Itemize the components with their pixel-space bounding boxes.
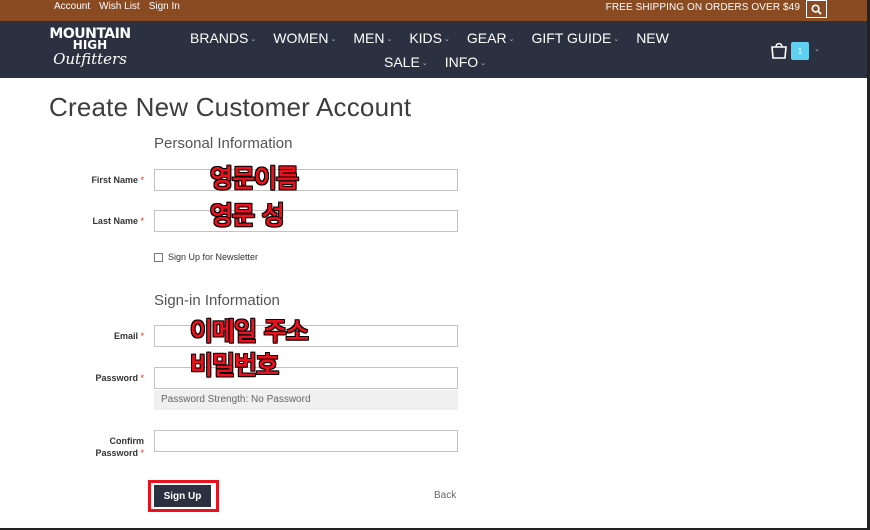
email-label-text: Email	[113, 331, 138, 341]
chevron-down-icon: ⌄	[250, 36, 257, 43]
chevron-down-icon: ⌄	[613, 36, 620, 43]
nav-item-men[interactable]: MEN ⌄	[353, 30, 392, 46]
required-asterisk: *	[140, 175, 144, 185]
annotation-last-name: 영문 성	[210, 201, 285, 230]
sign-up-button[interactable]: Sign Up	[154, 485, 211, 507]
last-name-label-text: Last Name	[92, 216, 138, 226]
main-nav-row-2: SALE ⌄ INFO ⌄	[384, 54, 503, 70]
newsletter-option: Sign Up for Newsletter	[154, 252, 258, 262]
sign-in-link[interactable]: Sign In	[149, 1, 180, 12]
chevron-down-icon: ⌄	[508, 36, 515, 43]
cart-button[interactable]	[770, 41, 788, 64]
cart-count-badge: 1	[791, 42, 809, 60]
nav-label: INFO	[444, 54, 479, 70]
nav-label: GIFT GUIDE	[531, 30, 612, 46]
nav-label: GEAR	[466, 30, 507, 46]
main-nav-row-1: BRANDS ⌄ WOMEN ⌄ MEN ⌄ KIDS ⌄ GEAR ⌄ GIFT GUI…	[190, 30, 686, 46]
chevron-down-icon: ⌄	[421, 60, 428, 67]
nav-item-gear[interactable]: GEAR ⌄	[467, 30, 515, 46]
store-logo[interactable]: MOUNTAIN HIGH Outfitters	[48, 27, 132, 73]
password-label-text: Password	[95, 373, 138, 383]
nav-label: WOMEN	[273, 30, 329, 46]
wish-list-link[interactable]: Wish List	[99, 1, 140, 12]
last-name-label: Last Name *	[44, 215, 144, 227]
main-header: MOUNTAIN HIGH Outfitters BRANDS ⌄ WOMEN ⌄ …	[0, 21, 870, 78]
confirm-password-input[interactable]	[154, 430, 458, 452]
chevron-down-icon: ⌄	[444, 36, 450, 43]
chevron-down-icon[interactable]: ⌄	[814, 45, 820, 53]
nav-item-info[interactable]: INFO ⌄	[445, 54, 486, 70]
search-button[interactable]	[806, 0, 827, 18]
nav-item-women[interactable]: WOMEN ⌄	[273, 30, 336, 46]
chevron-down-icon: ⌄	[330, 36, 337, 43]
newsletter-label: Sign Up for Newsletter	[168, 252, 259, 262]
first-name-input[interactable]	[154, 169, 458, 191]
required-asterisk: *	[140, 373, 144, 383]
confirm-label-line-2-text: Password	[95, 448, 138, 458]
first-name-label: First Name *	[44, 174, 144, 186]
account-links: Account Wish List Sign In	[54, 1, 180, 12]
nav-label: SALE	[384, 54, 420, 70]
account-link[interactable]: Account	[54, 1, 90, 12]
back-link[interactable]: Back	[434, 490, 456, 501]
nav-item-brands[interactable]: BRANDS ⌄	[190, 30, 256, 46]
search-icon	[811, 3, 822, 15]
shopping-bag-icon	[771, 42, 787, 59]
nav-label: MEN	[353, 30, 385, 46]
signin-info-heading: Sign-in Information	[154, 292, 280, 309]
page-title: Create New Customer Account	[49, 92, 412, 122]
password-label: Password *	[44, 372, 144, 384]
nav-item-kids[interactable]: KIDS ⌄	[409, 30, 450, 46]
annotation-password: 비밀번호	[190, 351, 279, 380]
required-asterisk: *	[140, 216, 144, 226]
nav-item-new[interactable]: NEW	[636, 30, 669, 46]
first-name-label-text: First Name	[91, 175, 138, 185]
logo-line-3: Outfitters	[53, 50, 127, 68]
annotation-email: 이메일 주소	[190, 317, 309, 346]
required-asterisk: *	[140, 448, 144, 458]
confirm-password-label: Confirm Password *	[44, 435, 144, 459]
confirm-label-line-1: Confirm	[109, 436, 145, 446]
nav-label: BRANDS	[190, 30, 249, 46]
top-bar: Account Wish List Sign In FREE SHIPPING …	[0, 0, 870, 21]
email-label: Email *	[44, 330, 144, 342]
nav-label: NEW	[636, 30, 669, 46]
annotation-first-name: 영문이름	[210, 164, 299, 193]
confirm-label-line-2: Password *	[44, 447, 144, 459]
free-shipping-banner: FREE SHIPPING ON ORDERS OVER $49	[605, 2, 800, 13]
chevron-down-icon: ⌄	[480, 60, 487, 67]
nav-label: KIDS	[409, 30, 443, 46]
password-strength-meter: Password Strength: No Password	[154, 390, 458, 410]
nav-item-sale[interactable]: SALE ⌄	[384, 54, 428, 70]
last-name-input[interactable]	[154, 210, 458, 232]
nav-item-gift-guide[interactable]: GIFT GUIDE ⌄	[531, 30, 619, 46]
personal-info-heading: Personal Information	[154, 135, 293, 152]
required-asterisk: *	[140, 331, 144, 341]
newsletter-checkbox[interactable]	[154, 252, 163, 262]
chevron-down-icon: ⌄	[386, 36, 393, 43]
